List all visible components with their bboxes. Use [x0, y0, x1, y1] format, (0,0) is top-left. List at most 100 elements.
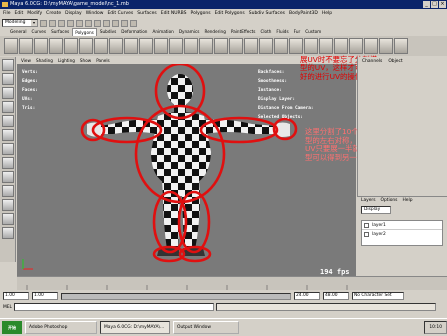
character-set-select[interactable]: No Character Set [352, 292, 404, 300]
menu-modify[interactable]: Modify [27, 9, 42, 18]
shelf-tool-icon[interactable] [319, 38, 333, 54]
move-tool-icon[interactable] [2, 87, 14, 99]
shelf-tool-icon[interactable] [349, 38, 363, 54]
command-language-label[interactable]: MEL [3, 305, 12, 310]
close-button[interactable]: × [439, 1, 446, 8]
start-button[interactable]: 开始 [2, 321, 22, 334]
single-perspective-layout-icon[interactable] [2, 157, 14, 169]
minimize-button[interactable]: _ [423, 1, 430, 8]
task-maya[interactable]: Maya 6.0CG: D:\myMAYA\... [100, 321, 170, 334]
shelf-tool-icon[interactable] [394, 38, 408, 54]
layer-visibility-icon[interactable] [364, 222, 369, 228]
shelf-tab-fluids[interactable]: Fluids [274, 28, 290, 36]
viewport-menu-view[interactable]: View [21, 57, 31, 64]
shelf-tool-icon[interactable] [139, 38, 153, 54]
save-scene-button[interactable] [58, 19, 65, 27]
shelf-tool-icon[interactable] [4, 38, 18, 54]
menu-edit[interactable]: Edit [15, 9, 24, 18]
menu-subdiv-surfaces[interactable]: Subdiv Surfaces [249, 9, 285, 18]
shelf-tab-cloth[interactable]: Cloth [258, 28, 273, 36]
shelf-tool-icon[interactable] [214, 38, 228, 54]
layer-display-select[interactable]: Display [361, 206, 391, 214]
viewport-menu-lighting[interactable]: Lighting [58, 57, 75, 64]
shelf-tool-icon[interactable] [64, 38, 78, 54]
shelf-tool-icon[interactable] [94, 38, 108, 54]
range-playback-end-field[interactable]: 24.00 [294, 292, 320, 300]
menu-surfaces[interactable]: Surfaces [137, 9, 157, 18]
layer-row[interactable]: layer2 [362, 230, 442, 239]
shelf-tab-rendering[interactable]: Rendering [202, 28, 227, 36]
shelf-tab-painteffects[interactable]: PaintEffects [229, 28, 258, 36]
shelf-tool-icon[interactable] [79, 38, 93, 54]
shelf-tab-general[interactable]: General [8, 28, 29, 36]
render-button[interactable] [121, 19, 128, 27]
manipulator-tool-icon[interactable] [2, 129, 14, 141]
menu-edit-curves[interactable]: Edit Curves [107, 9, 133, 18]
time-slider[interactable] [17, 276, 447, 290]
viewport-menu-shading[interactable]: Shading [36, 57, 53, 64]
shelf-tool-icon[interactable] [109, 38, 123, 54]
script-editor-layout-icon[interactable] [2, 227, 14, 239]
open-scene-button[interactable] [49, 19, 56, 27]
shelf-tab-animation[interactable]: Animation [150, 28, 175, 36]
range-slider-bar[interactable] [61, 292, 291, 300]
shelf-tool-icon[interactable] [19, 38, 33, 54]
task-output-window[interactable]: Output Window [173, 321, 239, 334]
layer-menu-help[interactable]: Help [402, 198, 412, 203]
layer-menu-layers[interactable]: Layers [361, 198, 376, 203]
scale-tool-icon[interactable] [2, 115, 14, 127]
menu-polygons[interactable]: Polygons [191, 9, 211, 18]
shelf-tool-icon[interactable] [199, 38, 213, 54]
menu-edit-nurbs[interactable]: Edit NURBS [161, 9, 187, 18]
shelf-tab-surfaces[interactable]: Surfaces [49, 28, 71, 36]
shelf-tool-icon[interactable] [154, 38, 168, 54]
four-view-layout-icon[interactable] [2, 171, 14, 183]
select-tool-icon[interactable] [2, 59, 14, 71]
menu-create[interactable]: Create [46, 9, 61, 18]
shelf-tool-icon[interactable] [379, 38, 393, 54]
viewport-menu-panels[interactable]: Panels [96, 57, 109, 64]
menu-help[interactable]: Help [322, 9, 332, 18]
channel-box-tab-channels[interactable]: Channels [362, 59, 382, 64]
menu-bodypaint3d[interactable]: BodyPaint3D [289, 9, 318, 18]
persp-graph-layout-icon[interactable] [2, 199, 14, 211]
range-end-field[interactable]: 48.00 [323, 292, 349, 300]
channel-box-tab-object[interactable]: Object [388, 59, 402, 64]
persp-outliner-layout-icon[interactable] [2, 185, 14, 197]
shelf-tool-icon[interactable] [334, 38, 348, 54]
shelf-tool-icon[interactable] [244, 38, 258, 54]
shelf-tab-curves[interactable]: Curves [30, 28, 49, 36]
snap-curve-button[interactable] [103, 19, 110, 27]
shelf-tool-icon[interactable] [124, 38, 138, 54]
layer-visibility-icon[interactable] [364, 232, 369, 237]
shelf-tool-icon[interactable] [274, 38, 288, 54]
select-object-button[interactable] [76, 19, 83, 27]
shelf-tab-polygons[interactable]: Polygons [72, 28, 97, 36]
menu-display[interactable]: Display [65, 9, 82, 18]
shelf-tool-icon[interactable] [49, 38, 63, 54]
rotate-tool-icon[interactable] [2, 101, 14, 113]
last-tool-icon[interactable] [2, 143, 14, 155]
new-scene-button[interactable] [40, 19, 47, 27]
command-input[interactable] [14, 303, 215, 311]
menu-edit-polygons[interactable]: Edit Polygons [215, 9, 245, 18]
shelf-tool-icon[interactable] [34, 38, 48, 54]
shelf-tab-subdivs[interactable]: Subdivs [98, 28, 118, 36]
range-playback-start-field[interactable]: 1.00 [32, 292, 58, 300]
layer-menu-options[interactable]: Options [381, 198, 398, 203]
shelf-tab-dynamics[interactable]: Dynamics [177, 28, 202, 36]
snap-point-button[interactable] [112, 19, 119, 27]
shelf-tab-deformation[interactable]: Deformation [119, 28, 149, 36]
ipr-render-button[interactable] [130, 19, 137, 27]
shelf-tool-icon[interactable] [304, 38, 318, 54]
range-start-field[interactable]: 1.00 [3, 292, 29, 300]
mode-menu-select[interactable]: Modeling ▾ [2, 19, 38, 27]
shelf-tab-fur[interactable]: Fur [292, 28, 303, 36]
shelf-tool-icon[interactable] [364, 38, 378, 54]
shelf-tab-custom[interactable]: Custom [303, 28, 323, 36]
select-component-button[interactable] [85, 19, 92, 27]
select-hierarchy-button[interactable] [67, 19, 74, 27]
layer-row[interactable]: layer1 [362, 221, 442, 230]
viewport-menu-show[interactable]: Show [80, 57, 91, 64]
maximize-button[interactable]: □ [431, 1, 438, 8]
